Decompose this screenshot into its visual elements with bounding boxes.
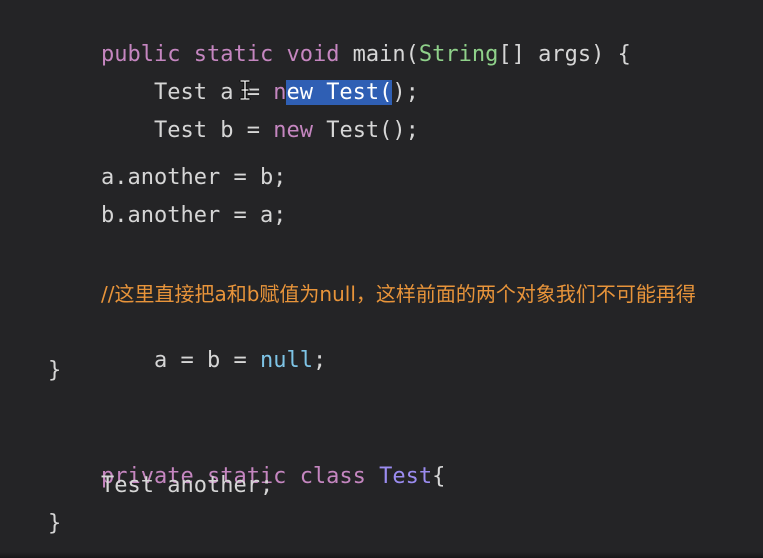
code-line-close-main[interactable]: } (48, 356, 61, 386)
literal-null: null (259, 348, 313, 373)
type-string: String (418, 42, 499, 67)
decl-b: Test b = (153, 118, 274, 143)
code-line-b-another[interactable]: b.another = a; (101, 201, 286, 231)
code-line-test-a[interactable]: Test a = new Test(); (101, 48, 419, 105)
code-line-null-assign[interactable]: a = b = null; (101, 316, 326, 373)
class-name-test: Test (379, 464, 433, 489)
semicolon: ; (312, 348, 327, 373)
keyword-new: new (273, 118, 313, 143)
code-line-main-signature[interactable]: public static void main(String[] args) { (48, 10, 631, 67)
open-brace: { (432, 464, 446, 489)
bottom-shadow (0, 552, 763, 558)
code-editor[interactable]: public static void main(String[] args) {… (0, 0, 763, 558)
code-line-field[interactable]: Test another; (101, 471, 273, 501)
keyword-class: class (299, 464, 366, 489)
code-line-test-b[interactable]: Test b = new Test(); (101, 86, 419, 143)
code-line-close-class[interactable]: } (48, 509, 61, 539)
decl-b-tail: Test(); (312, 118, 419, 143)
params-tail: [] args) { (498, 42, 631, 67)
code-line-class-signature[interactable]: private static class Test{ (48, 432, 445, 489)
text-cursor-icon (239, 79, 251, 101)
code-line-a-another[interactable]: a.another = b; (101, 163, 286, 193)
code-comment[interactable]: //这里直接把a和b赋值为null，这样前面的两个对象我们不可能再得 (101, 279, 696, 309)
assign-chain: a = b = (153, 348, 260, 373)
